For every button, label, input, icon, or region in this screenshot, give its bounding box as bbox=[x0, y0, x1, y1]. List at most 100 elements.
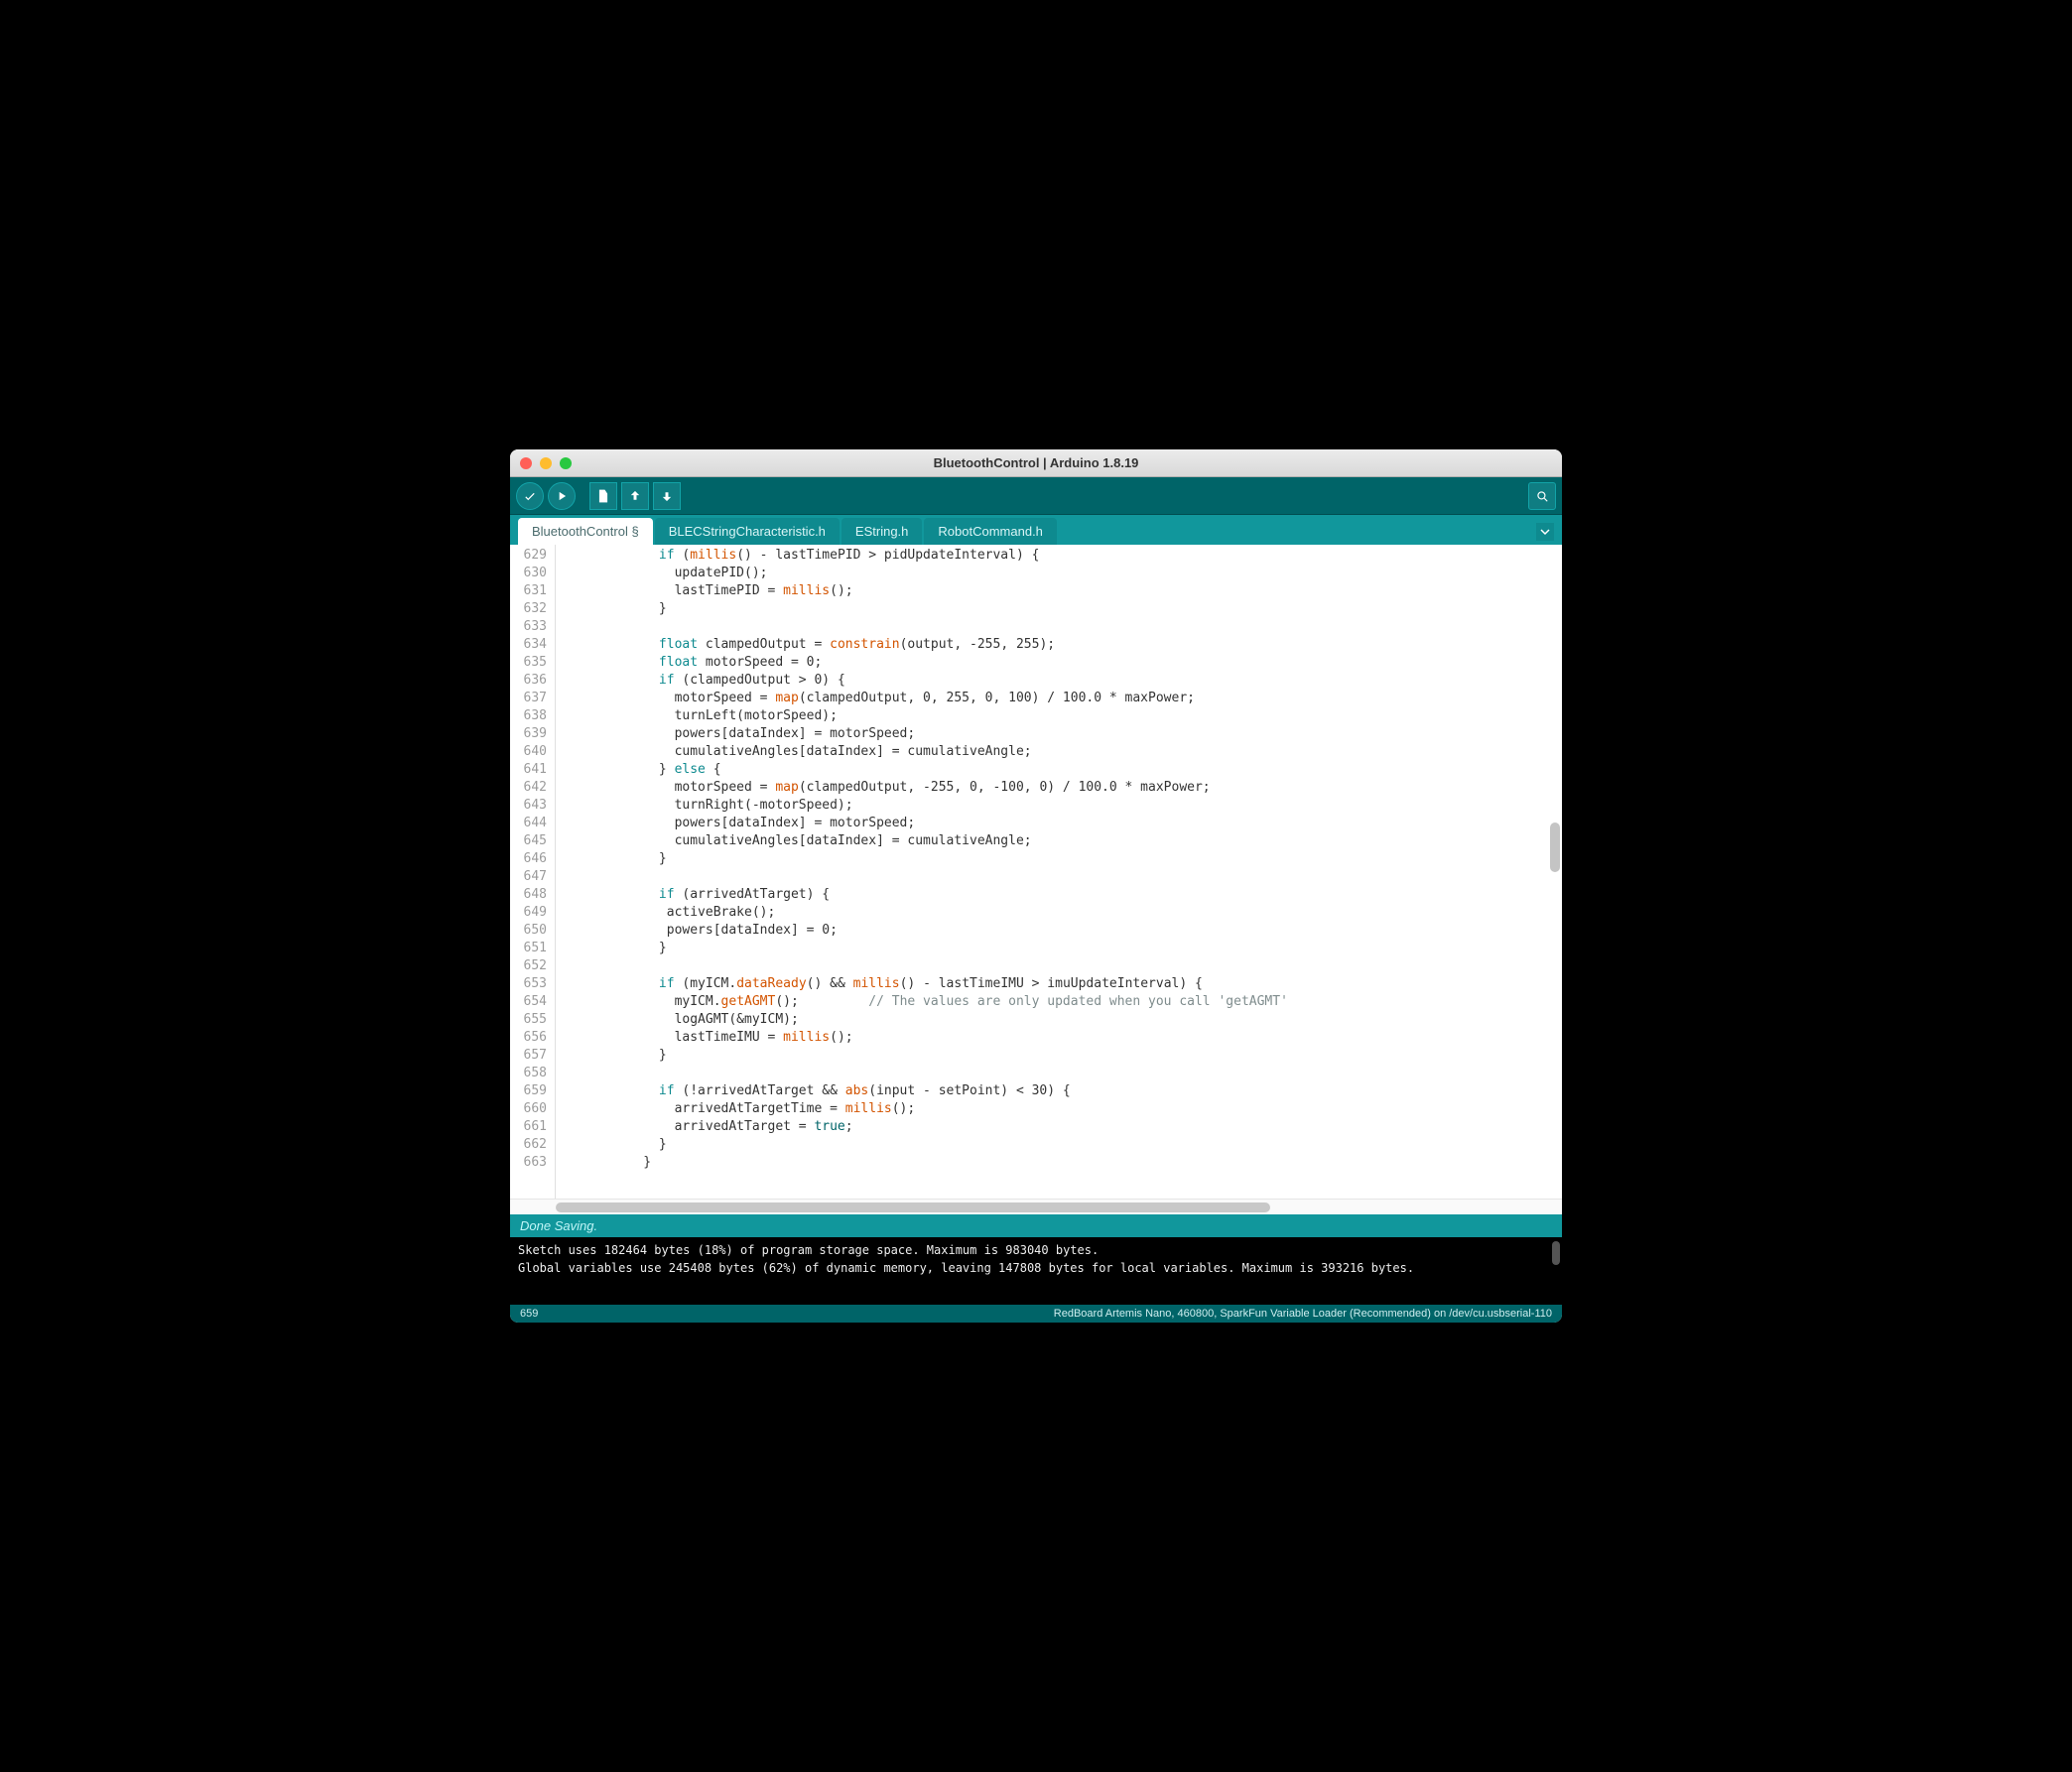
code-line: activeBrake(); bbox=[566, 904, 1562, 922]
tab-bluetoothcontrol-[interactable]: BluetoothControl § bbox=[518, 518, 653, 545]
line-number: 633 bbox=[510, 618, 555, 636]
tab-robotcommand-h[interactable]: RobotCommand.h bbox=[924, 518, 1057, 545]
code-line: } bbox=[566, 850, 1562, 868]
line-number: 648 bbox=[510, 886, 555, 904]
code-line: powers[dataIndex] = motorSpeed; bbox=[566, 815, 1562, 832]
line-number-gutter: 6296306316326336346356366376386396406416… bbox=[510, 545, 556, 1199]
code-editor[interactable]: 6296306316326336346356366376386396406416… bbox=[510, 545, 1562, 1199]
code-line bbox=[566, 868, 1562, 886]
line-number: 642 bbox=[510, 779, 555, 797]
code-line: updatePID(); bbox=[566, 565, 1562, 582]
line-number: 632 bbox=[510, 600, 555, 618]
footer-status-bar: 659 RedBoard Artemis Nano, 460800, Spark… bbox=[510, 1305, 1562, 1323]
window-title: BluetoothControl | Arduino 1.8.19 bbox=[510, 455, 1562, 470]
serial-monitor-button[interactable] bbox=[1528, 482, 1556, 510]
code-line: } bbox=[566, 940, 1562, 957]
code-line: arrivedAtTargetTime = millis(); bbox=[566, 1100, 1562, 1118]
line-number: 630 bbox=[510, 565, 555, 582]
tab-menu-dropdown[interactable] bbox=[1536, 523, 1554, 541]
code-line bbox=[566, 957, 1562, 975]
line-number: 655 bbox=[510, 1011, 555, 1029]
code-line: } bbox=[566, 1154, 1562, 1172]
line-number: 631 bbox=[510, 582, 555, 600]
line-number: 654 bbox=[510, 993, 555, 1011]
line-number: 658 bbox=[510, 1065, 555, 1082]
code-line: powers[dataIndex] = 0; bbox=[566, 922, 1562, 940]
line-number: 662 bbox=[510, 1136, 555, 1154]
vertical-scrollbar[interactable] bbox=[1548, 545, 1560, 1199]
console-line: Global variables use 245408 bytes (62%) … bbox=[518, 1259, 1554, 1277]
line-number: 652 bbox=[510, 957, 555, 975]
line-number: 638 bbox=[510, 707, 555, 725]
zoom-window-button[interactable] bbox=[560, 457, 572, 469]
code-line: if (millis() - lastTimePID > pidUpdateIn… bbox=[566, 547, 1562, 565]
save-sketch-button[interactable] bbox=[653, 482, 681, 510]
code-line: float clampedOutput = constrain(output, … bbox=[566, 636, 1562, 654]
line-number: 656 bbox=[510, 1029, 555, 1047]
code-line: motorSpeed = map(clampedOutput, 0, 255, … bbox=[566, 690, 1562, 707]
tab-bar: BluetoothControl §BLECStringCharacterist… bbox=[510, 515, 1562, 545]
code-area[interactable]: if (millis() - lastTimePID > pidUpdateIn… bbox=[556, 545, 1562, 1199]
board-port-info: RedBoard Artemis Nano, 460800, SparkFun … bbox=[1054, 1308, 1552, 1320]
code-line: if (arrivedAtTarget) { bbox=[566, 886, 1562, 904]
console-line: Sketch uses 182464 bytes (18%) of progra… bbox=[518, 1241, 1554, 1259]
tab-blecstringcharacteristic-h[interactable]: BLECStringCharacteristic.h bbox=[655, 518, 840, 545]
line-number: 643 bbox=[510, 797, 555, 815]
line-number: 649 bbox=[510, 904, 555, 922]
line-number: 639 bbox=[510, 725, 555, 743]
code-line: if (clampedOutput > 0) { bbox=[566, 672, 1562, 690]
line-number: 650 bbox=[510, 922, 555, 940]
code-line: } bbox=[566, 600, 1562, 618]
code-line: motorSpeed = map(clampedOutput, -255, 0,… bbox=[566, 779, 1562, 797]
new-sketch-button[interactable] bbox=[589, 482, 617, 510]
line-number: 647 bbox=[510, 868, 555, 886]
code-line bbox=[566, 618, 1562, 636]
line-number: 645 bbox=[510, 832, 555, 850]
code-line: cumulativeAngles[dataIndex] = cumulative… bbox=[566, 832, 1562, 850]
code-line: if (myICM.dataReady() && millis() - last… bbox=[566, 975, 1562, 993]
window-controls bbox=[520, 457, 572, 469]
code-line: lastTimeIMU = millis(); bbox=[566, 1029, 1562, 1047]
verify-button[interactable] bbox=[516, 482, 544, 510]
vertical-scrollbar-thumb[interactable] bbox=[1550, 823, 1560, 872]
line-number: 637 bbox=[510, 690, 555, 707]
console-scrollbar-thumb[interactable] bbox=[1552, 1241, 1560, 1265]
tab-estring-h[interactable]: EString.h bbox=[842, 518, 922, 545]
code-line bbox=[566, 1065, 1562, 1082]
status-message: Done Saving. bbox=[510, 1214, 1562, 1237]
code-line: powers[dataIndex] = motorSpeed; bbox=[566, 725, 1562, 743]
line-number: 657 bbox=[510, 1047, 555, 1065]
line-number: 663 bbox=[510, 1154, 555, 1172]
toolbar bbox=[510, 477, 1562, 515]
line-number: 646 bbox=[510, 850, 555, 868]
code-line: lastTimePID = millis(); bbox=[566, 582, 1562, 600]
line-number: 653 bbox=[510, 975, 555, 993]
upload-button[interactable] bbox=[548, 482, 576, 510]
minimize-window-button[interactable] bbox=[540, 457, 552, 469]
code-line: } else { bbox=[566, 761, 1562, 779]
code-line: } bbox=[566, 1136, 1562, 1154]
line-number: 634 bbox=[510, 636, 555, 654]
line-number: 636 bbox=[510, 672, 555, 690]
close-window-button[interactable] bbox=[520, 457, 532, 469]
code-line: turnRight(-motorSpeed); bbox=[566, 797, 1562, 815]
output-console[interactable]: Sketch uses 182464 bytes (18%) of progra… bbox=[510, 1237, 1562, 1305]
line-number: 660 bbox=[510, 1100, 555, 1118]
line-number: 644 bbox=[510, 815, 555, 832]
horizontal-scrollbar-thumb[interactable] bbox=[556, 1202, 1270, 1212]
titlebar: BluetoothControl | Arduino 1.8.19 bbox=[510, 449, 1562, 477]
code-line: float motorSpeed = 0; bbox=[566, 654, 1562, 672]
line-number: 661 bbox=[510, 1118, 555, 1136]
line-number: 640 bbox=[510, 743, 555, 761]
line-number: 635 bbox=[510, 654, 555, 672]
cursor-line-number: 659 bbox=[520, 1308, 538, 1320]
arduino-ide-window: BluetoothControl | Arduino 1.8.19 bbox=[510, 449, 1562, 1323]
horizontal-scrollbar[interactable] bbox=[510, 1199, 1562, 1214]
line-number: 641 bbox=[510, 761, 555, 779]
code-line: myICM.getAGMT(); // The values are only … bbox=[566, 993, 1562, 1011]
code-line: if (!arrivedAtTarget && abs(input - setP… bbox=[566, 1082, 1562, 1100]
line-number: 651 bbox=[510, 940, 555, 957]
code-line: arrivedAtTarget = true; bbox=[566, 1118, 1562, 1136]
line-number: 629 bbox=[510, 547, 555, 565]
open-sketch-button[interactable] bbox=[621, 482, 649, 510]
